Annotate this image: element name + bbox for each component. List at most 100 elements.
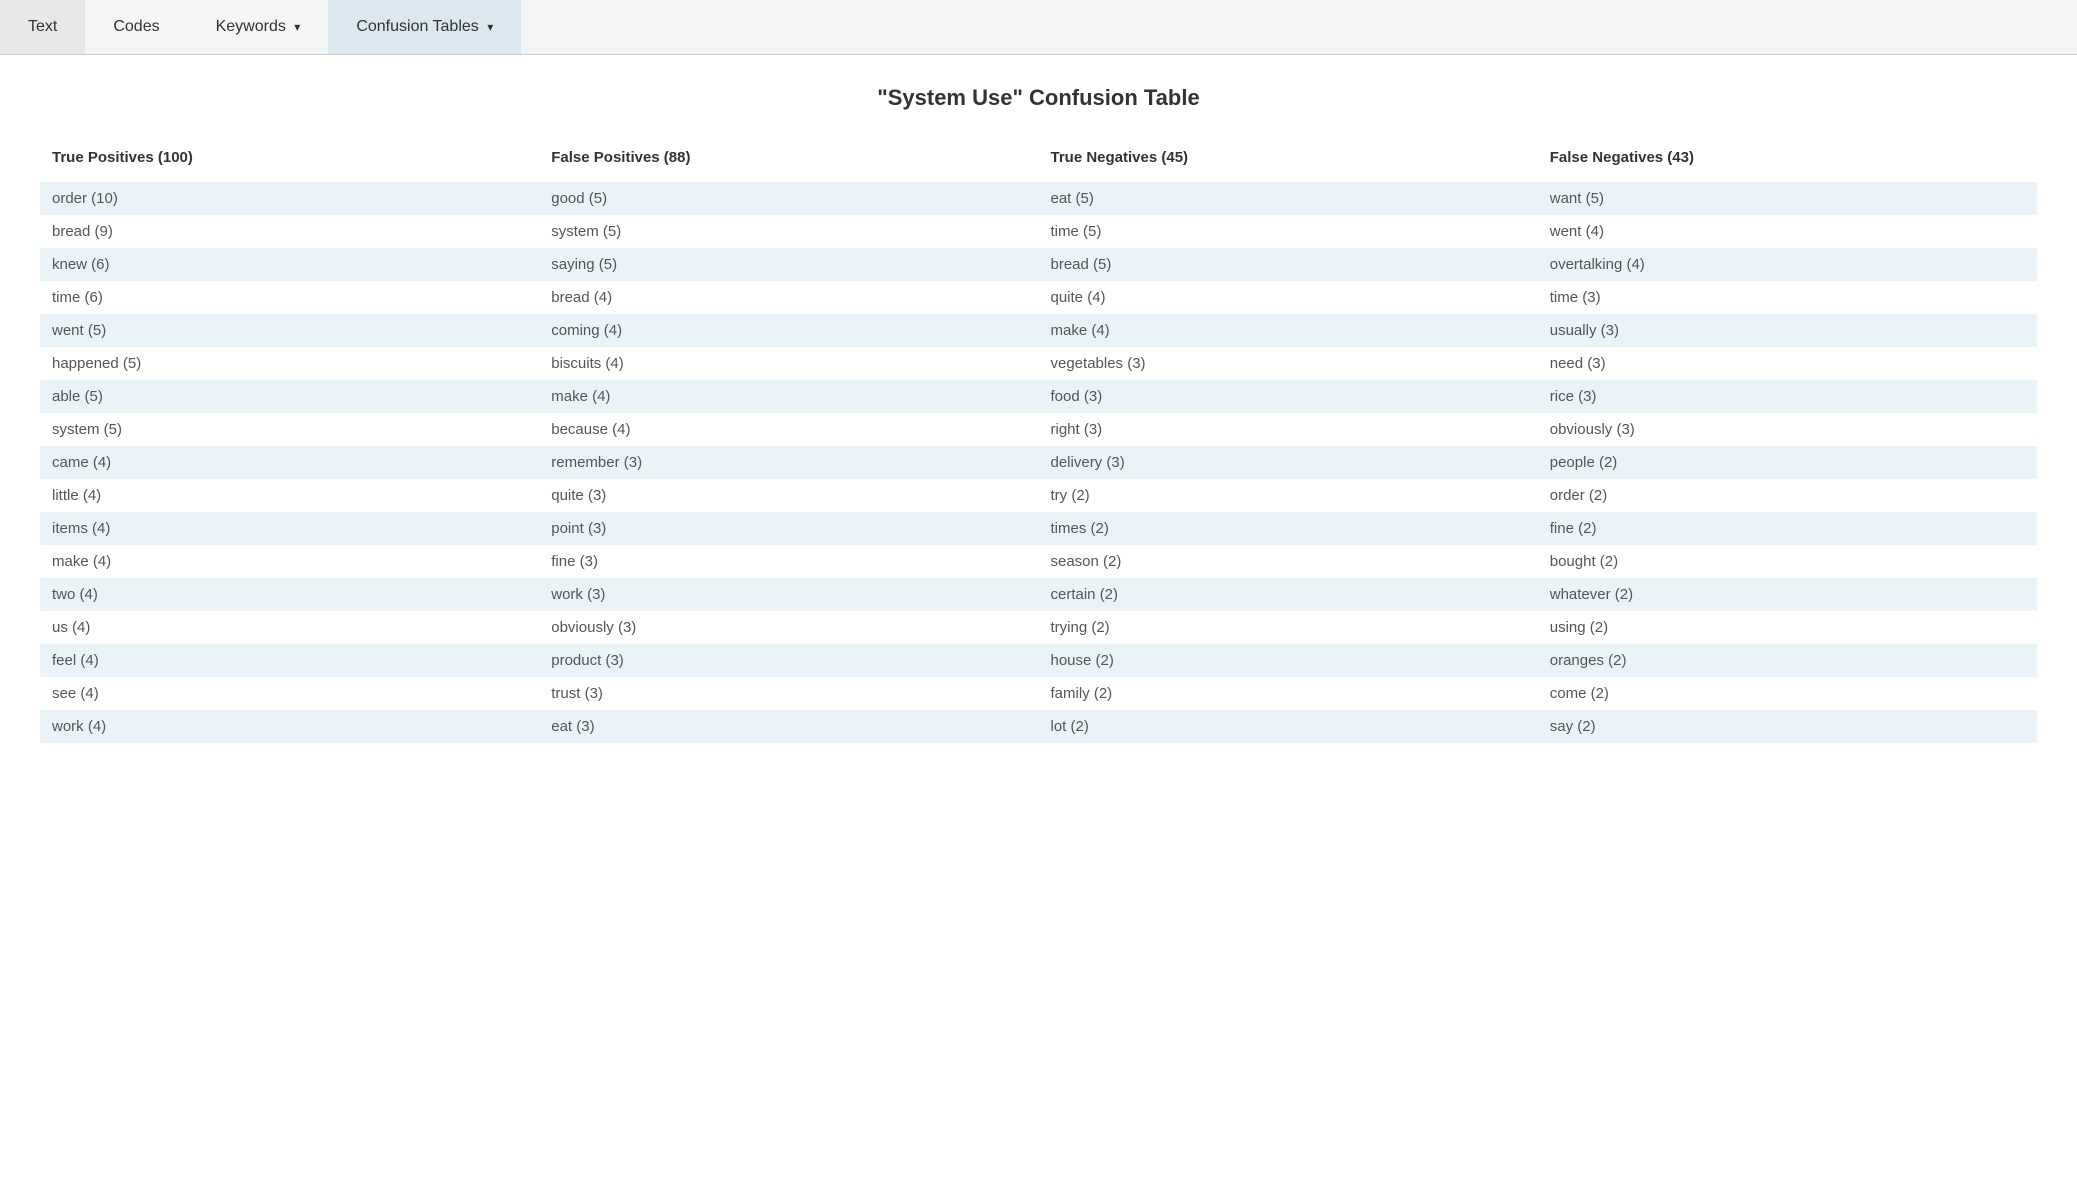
cell-tn: bread (5) — [1039, 248, 1538, 281]
confusion-table: True Positives (100) False Positives (88… — [40, 139, 2037, 743]
table-row: able (5)make (4)food (3)rice (3) — [40, 380, 2037, 413]
cell-tn: vegetables (3) — [1039, 347, 1538, 380]
cell-tp: happened (5) — [40, 347, 539, 380]
cell-tn: family (2) — [1039, 677, 1538, 710]
cell-tn: make (4) — [1039, 314, 1538, 347]
cell-fn: obviously (3) — [1538, 413, 2037, 446]
tn-header: True Negatives (45) — [1039, 139, 1538, 182]
keywords-dropdown-icon: ▾ — [294, 20, 300, 34]
cell-tn: quite (4) — [1039, 281, 1538, 314]
cell-fn: say (2) — [1538, 710, 2037, 743]
cell-fn: order (2) — [1538, 479, 2037, 512]
table-row: went (5)coming (4)make (4)usually (3) — [40, 314, 2037, 347]
table-row: time (6)bread (4)quite (4)time (3) — [40, 281, 2037, 314]
cell-fn: time (3) — [1538, 281, 2037, 314]
cell-fp: biscuits (4) — [539, 347, 1038, 380]
cell-fp: saying (5) — [539, 248, 1038, 281]
cell-fp: point (3) — [539, 512, 1038, 545]
cell-fp: system (5) — [539, 215, 1038, 248]
cell-fp: remember (3) — [539, 446, 1038, 479]
nav-text[interactable]: Text — [0, 0, 85, 54]
cell-fp: because (4) — [539, 413, 1038, 446]
table-row: work (4)eat (3)lot (2)say (2) — [40, 710, 2037, 743]
cell-fn: went (4) — [1538, 215, 2037, 248]
cell-tp: came (4) — [40, 446, 539, 479]
cell-tp: items (4) — [40, 512, 539, 545]
cell-tp: time (6) — [40, 281, 539, 314]
cell-fp: fine (3) — [539, 545, 1038, 578]
cell-tn: try (2) — [1039, 479, 1538, 512]
nav-keywords[interactable]: Keywords ▾ — [188, 0, 329, 54]
table-row: feel (4)product (3)house (2)oranges (2) — [40, 644, 2037, 677]
cell-tn: certain (2) — [1039, 578, 1538, 611]
table-row: us (4)obviously (3)trying (2)using (2) — [40, 611, 2037, 644]
table-row: make (4)fine (3)season (2)bought (2) — [40, 545, 2037, 578]
cell-tp: see (4) — [40, 677, 539, 710]
fp-header: False Positives (88) — [539, 139, 1038, 182]
cell-tn: time (5) — [1039, 215, 1538, 248]
cell-fn: people (2) — [1538, 446, 2037, 479]
cell-fn: overtalking (4) — [1538, 248, 2037, 281]
cell-tp: feel (4) — [40, 644, 539, 677]
cell-fn: rice (3) — [1538, 380, 2037, 413]
table-row: see (4)trust (3)family (2)come (2) — [40, 677, 2037, 710]
cell-tn: season (2) — [1039, 545, 1538, 578]
cell-tn: times (2) — [1039, 512, 1538, 545]
table-header-row: True Positives (100) False Positives (88… — [40, 139, 2037, 182]
cell-tp: make (4) — [40, 545, 539, 578]
cell-fn: fine (2) — [1538, 512, 2037, 545]
confusion-tables-dropdown-icon: ▾ — [487, 20, 493, 34]
page-title: "System Use" Confusion Table — [40, 85, 2037, 111]
cell-tp: little (4) — [40, 479, 539, 512]
table-row: came (4)remember (3)delivery (3)people (… — [40, 446, 2037, 479]
table-row: happened (5)biscuits (4)vegetables (3)ne… — [40, 347, 2037, 380]
cell-fp: product (3) — [539, 644, 1038, 677]
cell-fp: trust (3) — [539, 677, 1038, 710]
table-row: little (4)quite (3)try (2)order (2) — [40, 479, 2037, 512]
cell-tn: eat (5) — [1039, 182, 1538, 215]
fn-header: False Negatives (43) — [1538, 139, 2037, 182]
cell-fn: bought (2) — [1538, 545, 2037, 578]
cell-tp: system (5) — [40, 413, 539, 446]
table-row: knew (6)saying (5)bread (5)overtalking (… — [40, 248, 2037, 281]
cell-fn: need (3) — [1538, 347, 2037, 380]
tp-header: True Positives (100) — [40, 139, 539, 182]
cell-tp: order (10) — [40, 182, 539, 215]
cell-tp: work (4) — [40, 710, 539, 743]
cell-tn: right (3) — [1039, 413, 1538, 446]
cell-tn: food (3) — [1039, 380, 1538, 413]
cell-fp: coming (4) — [539, 314, 1038, 347]
cell-fn: using (2) — [1538, 611, 2037, 644]
cell-fp: make (4) — [539, 380, 1038, 413]
table-body: order (10)good (5)eat (5)want (5)bread (… — [40, 182, 2037, 743]
cell-tp: us (4) — [40, 611, 539, 644]
cell-fp: work (3) — [539, 578, 1038, 611]
cell-fn: oranges (2) — [1538, 644, 2037, 677]
cell-fn: usually (3) — [1538, 314, 2037, 347]
nav-codes[interactable]: Codes — [85, 0, 187, 54]
cell-fp: bread (4) — [539, 281, 1038, 314]
cell-fp: quite (3) — [539, 479, 1038, 512]
table-row: items (4)point (3)times (2)fine (2) — [40, 512, 2037, 545]
cell-fn: come (2) — [1538, 677, 2037, 710]
cell-tn: lot (2) — [1039, 710, 1538, 743]
cell-tp: went (5) — [40, 314, 539, 347]
table-row: order (10)good (5)eat (5)want (5) — [40, 182, 2037, 215]
cell-fp: eat (3) — [539, 710, 1038, 743]
cell-tn: delivery (3) — [1039, 446, 1538, 479]
table-row: two (4)work (3)certain (2)whatever (2) — [40, 578, 2037, 611]
cell-tp: two (4) — [40, 578, 539, 611]
cell-tp: bread (9) — [40, 215, 539, 248]
cell-fp: obviously (3) — [539, 611, 1038, 644]
nav-confusion-tables[interactable]: Confusion Tables ▾ — [328, 0, 521, 54]
table-row: system (5)because (4)right (3)obviously … — [40, 413, 2037, 446]
nav-bar: Text Codes Keywords ▾ Confusion Tables ▾ — [0, 0, 2077, 55]
cell-fn: want (5) — [1538, 182, 2037, 215]
cell-tn: house (2) — [1039, 644, 1538, 677]
cell-tp: knew (6) — [40, 248, 539, 281]
cell-tp: able (5) — [40, 380, 539, 413]
page-content: "System Use" Confusion Table True Positi… — [0, 55, 2077, 763]
cell-tn: trying (2) — [1039, 611, 1538, 644]
cell-fn: whatever (2) — [1538, 578, 2037, 611]
cell-fp: good (5) — [539, 182, 1038, 215]
